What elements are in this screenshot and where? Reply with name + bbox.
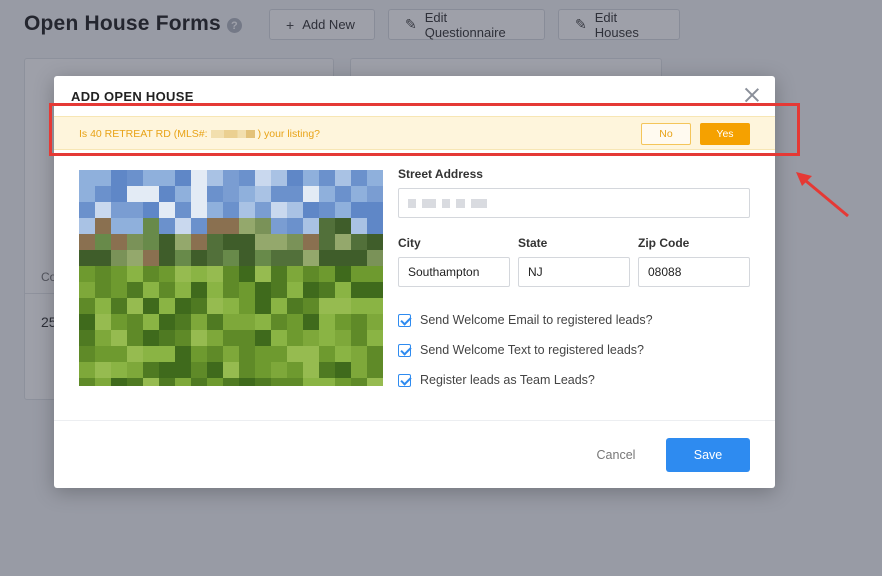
welcome-text-option[interactable]: Send Welcome Text to registered leads?	[398, 343, 644, 357]
welcome-email-checkbox[interactable]	[398, 313, 411, 327]
zip-code-label: Zip Code	[638, 236, 690, 250]
welcome-email-label: Send Welcome Email to registered leads?	[420, 313, 653, 327]
save-button[interactable]: Save	[666, 438, 750, 472]
modal-title: ADD OPEN HOUSE	[71, 89, 194, 104]
team-leads-option[interactable]: Register leads as Team Leads?	[398, 373, 595, 387]
house-photo	[79, 170, 383, 386]
annotation-highlight-box	[49, 103, 800, 156]
redacted-street-address	[408, 198, 487, 208]
team-leads-label: Register leads as Team Leads?	[420, 373, 595, 387]
modal-footer-divider	[54, 420, 775, 421]
city-label: City	[398, 236, 421, 250]
city-input[interactable]: Southampton	[398, 257, 510, 287]
welcome-text-label: Send Welcome Text to registered leads?	[420, 343, 644, 357]
team-leads-checkbox[interactable]	[398, 373, 411, 387]
zip-code-input[interactable]: 08088	[638, 257, 750, 287]
close-icon[interactable]	[743, 86, 761, 104]
annotation-arrow-icon	[796, 172, 849, 218]
welcome-text-checkbox[interactable]	[398, 343, 411, 357]
street-address-input[interactable]	[398, 188, 750, 218]
street-address-label: Street Address	[398, 167, 483, 181]
welcome-email-option[interactable]: Send Welcome Email to registered leads?	[398, 313, 653, 327]
state-input[interactable]: NJ	[518, 257, 630, 287]
house-photo-pixelated	[79, 170, 383, 386]
cancel-button[interactable]: Cancel	[583, 438, 649, 472]
state-label: State	[518, 236, 548, 250]
